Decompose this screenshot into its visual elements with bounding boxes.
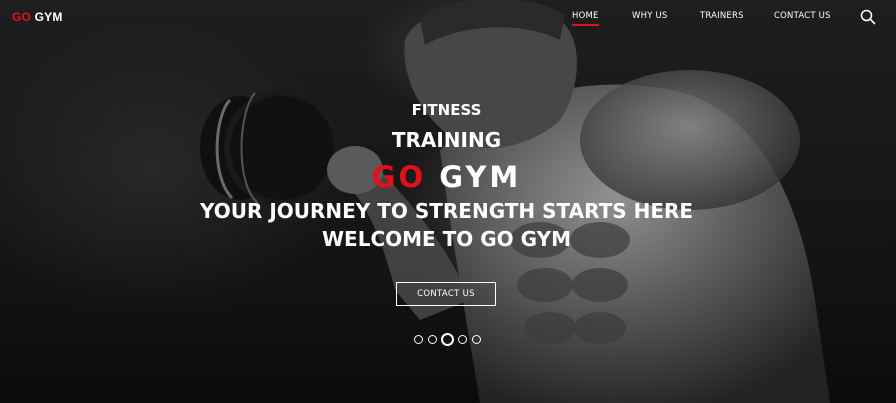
hero-welcome-text: WELCOME TO GO GYM: [321, 227, 572, 251]
site-logo[interactable]: GO GYM: [12, 10, 63, 24]
hero-brand-title: GO GYM: [0, 160, 893, 194]
search-icon[interactable]: [860, 9, 876, 25]
hero-section: GO GYM HOME WHY US TRAINERS CONTACT US F…: [0, 0, 896, 403]
contact-us-button[interactable]: CONTACT US: [396, 282, 496, 306]
logo-name-text: GYM: [34, 10, 63, 24]
slider-dot-5[interactable]: [472, 335, 481, 344]
slider-dot-3[interactable]: [441, 333, 454, 346]
slider-dot-4[interactable]: [458, 335, 467, 344]
hero-brand-accent: GO: [371, 160, 427, 194]
top-navbar: GO GYM HOME WHY US TRAINERS CONTACT US: [0, 0, 896, 34]
nav-link-trainers[interactable]: TRAINERS: [700, 11, 744, 21]
nav-link-why-us[interactable]: WHY US: [632, 11, 668, 21]
hero-line-fitness: FITNESS: [411, 101, 482, 119]
slider-dot-2[interactable]: [428, 335, 437, 344]
logo-accent-text: GO: [12, 10, 32, 24]
hero-brand-name: GYM: [439, 160, 522, 194]
slider-dot-1[interactable]: [414, 335, 423, 344]
nav-link-contact-us[interactable]: CONTACT US: [774, 11, 831, 21]
hero-tagline: YOUR JOURNEY TO STRENGTH STARTS HERE: [199, 199, 694, 223]
hero-line-training: TRAINING: [391, 128, 502, 152]
nav-link-home[interactable]: HOME: [572, 11, 599, 26]
hero-caption: FITNESS TRAINING GO GYM YOUR JOURNEY TO …: [0, 98, 893, 253]
